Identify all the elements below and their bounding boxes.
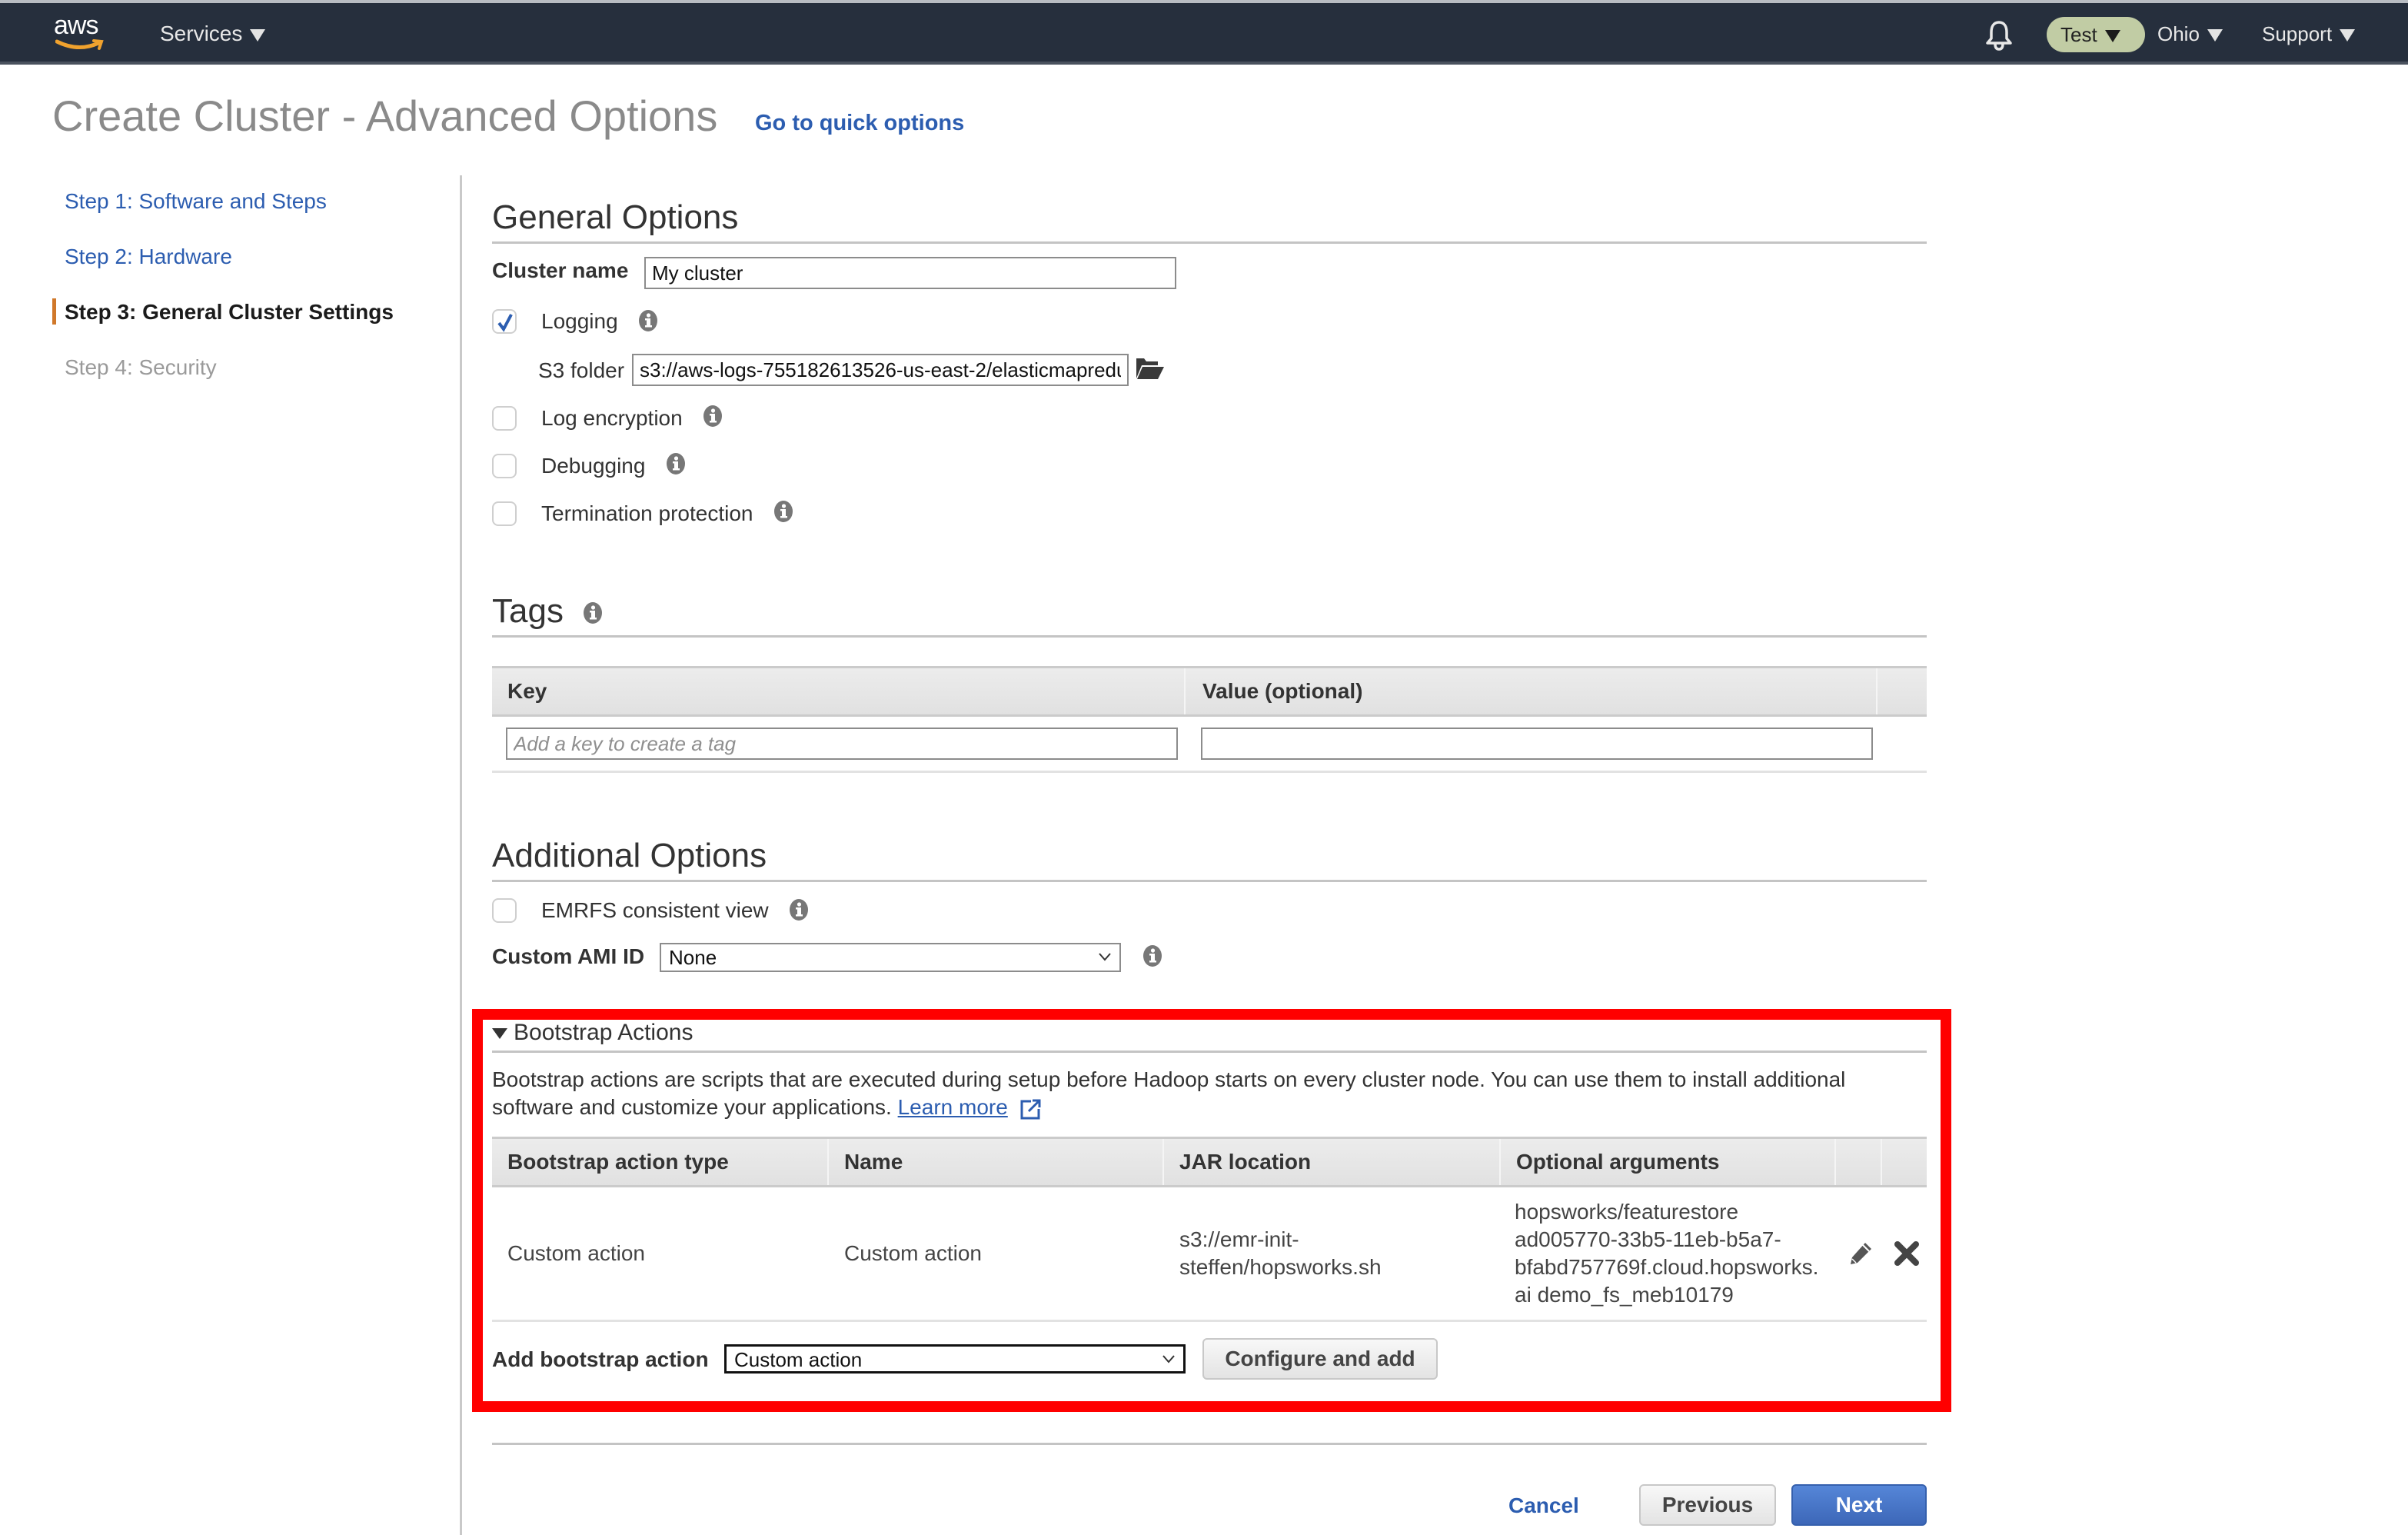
- info-icon[interactable]: [638, 309, 658, 332]
- aws-smile-icon: [55, 39, 104, 50]
- custom-ami-id-value: None: [669, 946, 717, 969]
- caret-down-icon: [2207, 29, 2223, 42]
- sidebar-step-general-settings: Step 3: General Cluster Settings: [52, 298, 394, 325]
- account-label: Test: [2060, 23, 2097, 46]
- info-icon[interactable]: [666, 452, 686, 475]
- region-label: Ohio: [2157, 22, 2200, 45]
- go-to-quick-options-link[interactable]: Go to quick options: [755, 111, 964, 136]
- info-icon[interactable]: [773, 500, 793, 523]
- column-header-value: Value (optional): [1202, 679, 1363, 703]
- column-separator: [1876, 668, 1878, 714]
- emrfs-consistent-view-label: EMRFS consistent view: [541, 898, 769, 922]
- section-divider: [492, 880, 1927, 882]
- logging-label: Logging: [541, 309, 618, 333]
- checkmark-icon: [497, 314, 513, 332]
- additional-options-heading: Additional Options: [492, 837, 767, 874]
- sidebar-step-hardware[interactable]: Step 2: Hardware: [65, 245, 232, 269]
- info-icon[interactable]: [583, 601, 603, 624]
- column-header-key: Key: [507, 679, 547, 703]
- column-separator: [1184, 668, 1186, 714]
- aws-logo[interactable]: aws: [54, 11, 109, 54]
- top-navigation-bar: aws Services Test Ohio Support: [0, 0, 2408, 65]
- caret-down-icon: [2104, 30, 2120, 43]
- section-divider: [492, 635, 1927, 638]
- custom-ami-id-select[interactable]: None: [660, 943, 1121, 972]
- services-label: Services: [160, 22, 243, 45]
- previous-button[interactable]: Previous: [1639, 1484, 1776, 1526]
- s3-folder-label: S3 folder: [538, 358, 625, 382]
- emrfs-consistent-view-checkbox[interactable]: [492, 898, 517, 923]
- cluster-name-label: Cluster name: [492, 258, 629, 282]
- s3-folder-input[interactable]: [632, 354, 1129, 386]
- info-icon[interactable]: [703, 405, 723, 428]
- debugging-label: Debugging: [541, 454, 646, 478]
- sidebar-step-security: Step 4: Security: [65, 355, 217, 379]
- sidebar-step-software[interactable]: Step 1: Software and Steps: [65, 189, 327, 214]
- tag-value-input[interactable]: [1201, 728, 1873, 760]
- log-encryption-checkbox[interactable]: [492, 406, 517, 431]
- region-menu[interactable]: Ohio: [2157, 18, 2223, 49]
- tags-heading: Tags: [492, 592, 564, 630]
- next-button[interactable]: Next: [1791, 1484, 1927, 1526]
- tags-table-header: Key Value (optional): [492, 666, 1927, 717]
- cluster-name-input[interactable]: [644, 257, 1176, 289]
- bell-icon[interactable]: [1985, 20, 2013, 51]
- caret-down-icon: [2340, 29, 2356, 42]
- cancel-button[interactable]: Cancel: [1508, 1493, 1579, 1518]
- support-menu[interactable]: Support: [2262, 18, 2356, 49]
- logging-checkbox[interactable]: [492, 309, 517, 334]
- row-divider: [492, 771, 1927, 773]
- footer-divider: [492, 1443, 1927, 1445]
- section-divider: [492, 241, 1927, 244]
- custom-ami-id-label: Custom AMI ID: [492, 944, 645, 968]
- account-menu[interactable]: Test: [2047, 17, 2145, 52]
- services-menu[interactable]: Services: [160, 18, 266, 49]
- page-title: Create Cluster - Advanced Options: [52, 92, 718, 140]
- tag-key-input[interactable]: [506, 728, 1178, 760]
- folder-open-icon[interactable]: [1135, 355, 1166, 381]
- chevron-down-icon: [1099, 953, 1111, 961]
- highlight-annotation-box: [472, 1009, 1951, 1412]
- termination-protection-checkbox[interactable]: [492, 501, 517, 526]
- info-icon[interactable]: [1142, 944, 1162, 967]
- aws-logo-text: aws: [54, 11, 98, 40]
- info-icon[interactable]: [789, 898, 809, 921]
- support-label: Support: [2262, 22, 2333, 45]
- sidebar-divider: [460, 175, 462, 1535]
- debugging-checkbox[interactable]: [492, 454, 517, 478]
- termination-protection-label: Termination protection: [541, 501, 753, 525]
- general-options-heading: General Options: [492, 198, 739, 236]
- caret-down-icon: [250, 28, 266, 42]
- log-encryption-label: Log encryption: [541, 406, 683, 430]
